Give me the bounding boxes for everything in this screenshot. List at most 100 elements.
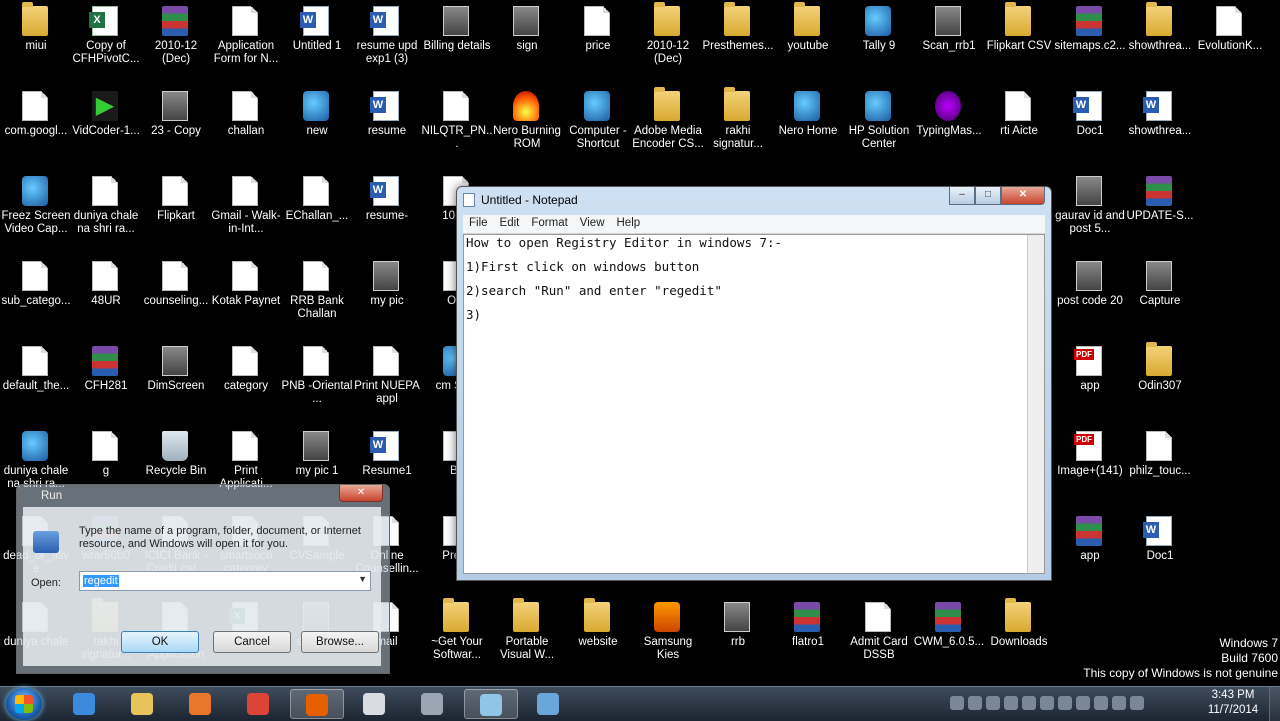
desktop-icon[interactable]: post code 20 [1054, 255, 1126, 339]
desktop-icon[interactable]: Flipkart [140, 170, 212, 254]
menu-file[interactable]: File [463, 215, 494, 231]
desktop-icon[interactable]: Copy of CFHPivotC... [70, 0, 142, 84]
open-input-value[interactable]: regedit [83, 575, 119, 587]
desktop-icon[interactable]: EvolutionK... [1194, 0, 1266, 84]
desktop-icon[interactable]: website [562, 596, 634, 680]
open-combobox[interactable]: regedit ▼ [79, 571, 371, 591]
desktop-icon[interactable]: showthrea... [1124, 85, 1196, 169]
sync-icon[interactable] [1058, 696, 1072, 710]
desktop-icon[interactable]: Image+(141) [1054, 425, 1126, 509]
desktop-icon[interactable]: UPDATE-S... [1124, 170, 1196, 254]
desktop-icon[interactable]: Tally 9 [843, 0, 915, 84]
action-center-icon[interactable] [1094, 696, 1108, 710]
desktop-icon[interactable]: Untitled 1 [281, 0, 353, 84]
monitor-icon[interactable] [1112, 696, 1126, 710]
desktop-icon[interactable]: Capture [1124, 255, 1196, 339]
taskbar-app-button[interactable] [464, 689, 518, 719]
desktop-icon[interactable]: Application Form for N... [210, 0, 282, 84]
desktop-icon[interactable]: sign [491, 0, 563, 84]
chevron-down-icon[interactable]: ▼ [358, 574, 367, 584]
desktop-icon[interactable]: TypingMas... [913, 85, 985, 169]
desktop-icon[interactable]: gaurav id and post 5... [1054, 170, 1126, 254]
desktop-icon[interactable]: rakhi signatur... [702, 85, 774, 169]
desktop-icon[interactable]: DimScreen [140, 340, 212, 424]
desktop-icon[interactable]: com.googl... [0, 85, 72, 169]
desktop-icon[interactable]: app [1054, 510, 1126, 594]
chrome-tray-icon[interactable] [950, 696, 964, 710]
desktop-icon[interactable]: HP Solution Center [843, 85, 915, 169]
cancel-button[interactable]: Cancel [213, 631, 291, 653]
show-desktop-button[interactable] [1269, 687, 1280, 721]
desktop-icon[interactable]: Computer - Shortcut [562, 85, 634, 169]
taskbar-app-button[interactable] [174, 689, 228, 719]
desktop-icon[interactable]: Freez Screen Video Cap... [0, 170, 72, 254]
desktop-icon[interactable]: 2010-12 (Dec) [140, 0, 212, 84]
desktop-icon[interactable]: 23 - Copy [140, 85, 212, 169]
desktop-icon[interactable]: 2010-12 (Dec) [632, 0, 704, 84]
run-dialog[interactable]: Run ✕ Type the name of a program, folder… [16, 484, 390, 674]
desktop-icon[interactable]: Flipkart CSV [983, 0, 1055, 84]
desktop-icon[interactable]: 48UR [70, 255, 142, 339]
desktop-icon[interactable]: new [281, 85, 353, 169]
desktop-icon[interactable]: default_the... [0, 340, 72, 424]
menu-view[interactable]: View [574, 215, 611, 231]
antivirus-icon[interactable] [1022, 696, 1036, 710]
desktop-icon[interactable]: NILQTR_PN... [421, 85, 493, 169]
desktop-icon[interactable]: philz_touc... [1124, 425, 1196, 509]
desktop-icon[interactable]: CWM_6.0.5... [913, 596, 985, 680]
desktop-icon[interactable]: RRB Bank Challan [281, 255, 353, 339]
desktop-icon[interactable]: counseling... [140, 255, 212, 339]
taskbar-app-button[interactable] [116, 689, 170, 719]
desktop-icon[interactable]: sub_catego... [0, 255, 72, 339]
desktop-icon[interactable]: duniya chale na shri ra... [70, 170, 142, 254]
ok-button[interactable]: OK [121, 631, 199, 653]
desktop-icon[interactable]: rti Aicte [983, 85, 1055, 169]
network-icon[interactable] [968, 696, 982, 710]
taskbar-app-button[interactable] [290, 689, 344, 719]
flag-icon[interactable] [1040, 696, 1054, 710]
messenger-icon[interactable] [1076, 696, 1090, 710]
run-close-button[interactable]: ✕ [339, 485, 383, 502]
menu-format[interactable]: Format [525, 215, 573, 231]
battery-icon[interactable] [986, 696, 1000, 710]
desktop-icon[interactable]: my pic [351, 255, 423, 339]
menu-edit[interactable]: Edit [494, 215, 526, 231]
menu-help[interactable]: Help [611, 215, 647, 231]
desktop-icon[interactable]: Doc1 [1124, 510, 1196, 594]
desktop-icon[interactable]: sitemaps.c2... [1054, 0, 1126, 84]
desktop-icon[interactable]: Print NUEPA appl [351, 340, 423, 424]
desktop-icon[interactable]: Admit Card DSSB [843, 596, 915, 680]
desktop-icon[interactable]: Nero Burning ROM [491, 85, 563, 169]
desktop-icon[interactable]: rrb [702, 596, 774, 680]
desktop-icon[interactable]: EChallan_... [281, 170, 353, 254]
desktop-icon[interactable]: Presthemes... [702, 0, 774, 84]
close-button[interactable]: ✕ [1001, 187, 1045, 205]
teamviewer-icon[interactable] [1004, 696, 1018, 710]
desktop-icon[interactable]: category [210, 340, 282, 424]
volume-icon[interactable] [1130, 696, 1144, 710]
vertical-scrollbar[interactable] [1027, 235, 1044, 573]
taskbar-app-button[interactable] [406, 689, 460, 719]
desktop-icon[interactable]: Kotak Paynet [210, 255, 282, 339]
taskbar-app-button[interactable] [58, 689, 112, 719]
desktop-icon[interactable]: miui [0, 0, 72, 84]
taskbar-app-button[interactable] [348, 689, 402, 719]
desktop-icon[interactable]: resume [351, 85, 423, 169]
desktop-icon[interactable]: Gmail - Walk-in-Int... [210, 170, 282, 254]
notepad-window[interactable]: Untitled - Notepad – □ ✕ File Edit Format V… [456, 186, 1052, 581]
desktop-icon[interactable]: showthrea... [1124, 0, 1196, 84]
desktop-icon[interactable]: app [1054, 340, 1126, 424]
taskbar-app-button[interactable] [522, 689, 576, 719]
desktop-icon[interactable]: Scan_rrb1 [913, 0, 985, 84]
clock[interactable]: 3:43 PM 11/7/2014 [1196, 688, 1270, 718]
desktop-icon[interactable]: resume- [351, 170, 423, 254]
desktop-icon[interactable]: challan [210, 85, 282, 169]
desktop-icon[interactable]: price [562, 0, 634, 84]
desktop-icon[interactable]: PNB -Oriental ... [281, 340, 353, 424]
minimize-button[interactable]: – [949, 187, 975, 205]
desktop-icon[interactable]: Nero Home [772, 85, 844, 169]
desktop-icon[interactable]: Billing details [421, 0, 493, 84]
desktop-icon[interactable]: Adobe Media Encoder CS... [632, 85, 704, 169]
desktop-icon[interactable]: CFH281 [70, 340, 142, 424]
desktop-icon[interactable]: ~Get Your Softwar... [421, 596, 493, 680]
